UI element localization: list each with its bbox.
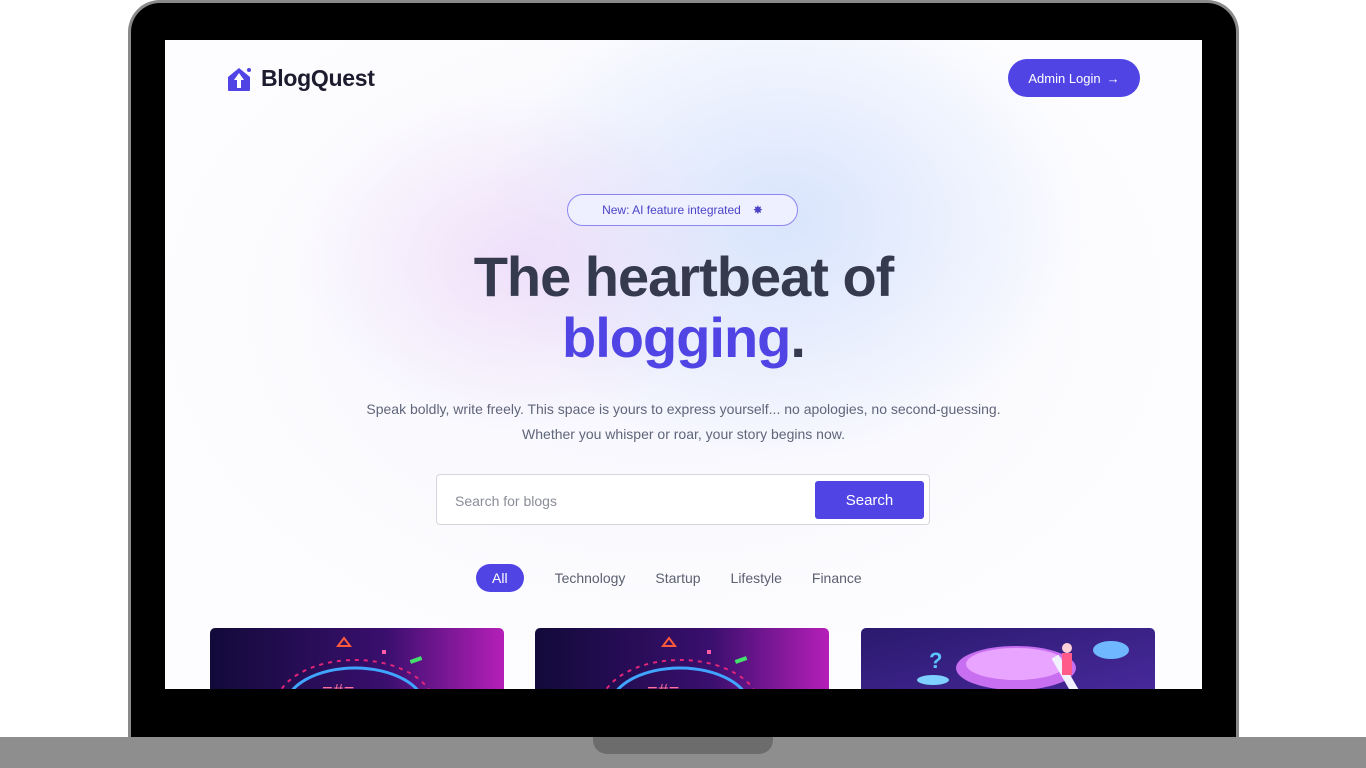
- browser-screen: BlogQuest Admin Login → New: AI feature …: [165, 40, 1202, 689]
- announcement-badge[interactable]: New: AI feature integrated ✸: [567, 194, 798, 226]
- sparkle-icon: ✸: [752, 203, 763, 217]
- neon-tech-image: =#=: [210, 628, 504, 689]
- headline-line1: The heartbeat of: [473, 245, 895, 308]
- svg-text:=#=: =#=: [647, 682, 679, 689]
- brand-name: BlogQuest: [261, 65, 375, 91]
- svg-text:?: ?: [929, 648, 942, 673]
- tab-lifestyle[interactable]: Lifestyle: [716, 564, 797, 592]
- brand-logo[interactable]: BlogQuest: [225, 65, 375, 92]
- rocket-house-icon: [228, 67, 251, 91]
- tab-startup[interactable]: Startup: [640, 564, 715, 592]
- hero-subtext: Speak boldly, write freely. This space i…: [366, 401, 1001, 442]
- search-button[interactable]: Search: [815, 481, 924, 519]
- admin-login-button[interactable]: Admin Login →: [1008, 59, 1140, 97]
- headline-accent: blogging: [562, 306, 791, 369]
- category-tabs: All Technology Startup Lifestyle Finance: [476, 564, 877, 592]
- headline-period: .: [790, 306, 806, 369]
- arrow-right-icon: →: [1106, 70, 1120, 86]
- badge-text: New: AI feature integrated: [602, 203, 741, 217]
- svg-text:=#=: =#=: [322, 682, 354, 689]
- blog-card-thumbnail[interactable]: =#=: [535, 628, 829, 689]
- tab-technology[interactable]: Technology: [540, 564, 641, 592]
- neon-tech-image: =#=: [535, 628, 829, 689]
- search-input[interactable]: [453, 489, 797, 513]
- laptop-notch: [593, 737, 773, 754]
- page-title: The heartbeat of blogging.: [165, 246, 1202, 368]
- admin-login-label: Admin Login: [1028, 70, 1101, 86]
- tab-finance[interactable]: Finance: [797, 564, 877, 592]
- tab-all[interactable]: All: [476, 564, 524, 592]
- headline-line2: blogging.: [165, 307, 1202, 368]
- magnifier-illustration: ?: [861, 628, 1155, 689]
- blog-card-thumbnail[interactable]: ?: [861, 628, 1155, 689]
- blog-card-thumbnail[interactable]: =#=: [210, 628, 504, 689]
- search-form: Search: [436, 474, 930, 525]
